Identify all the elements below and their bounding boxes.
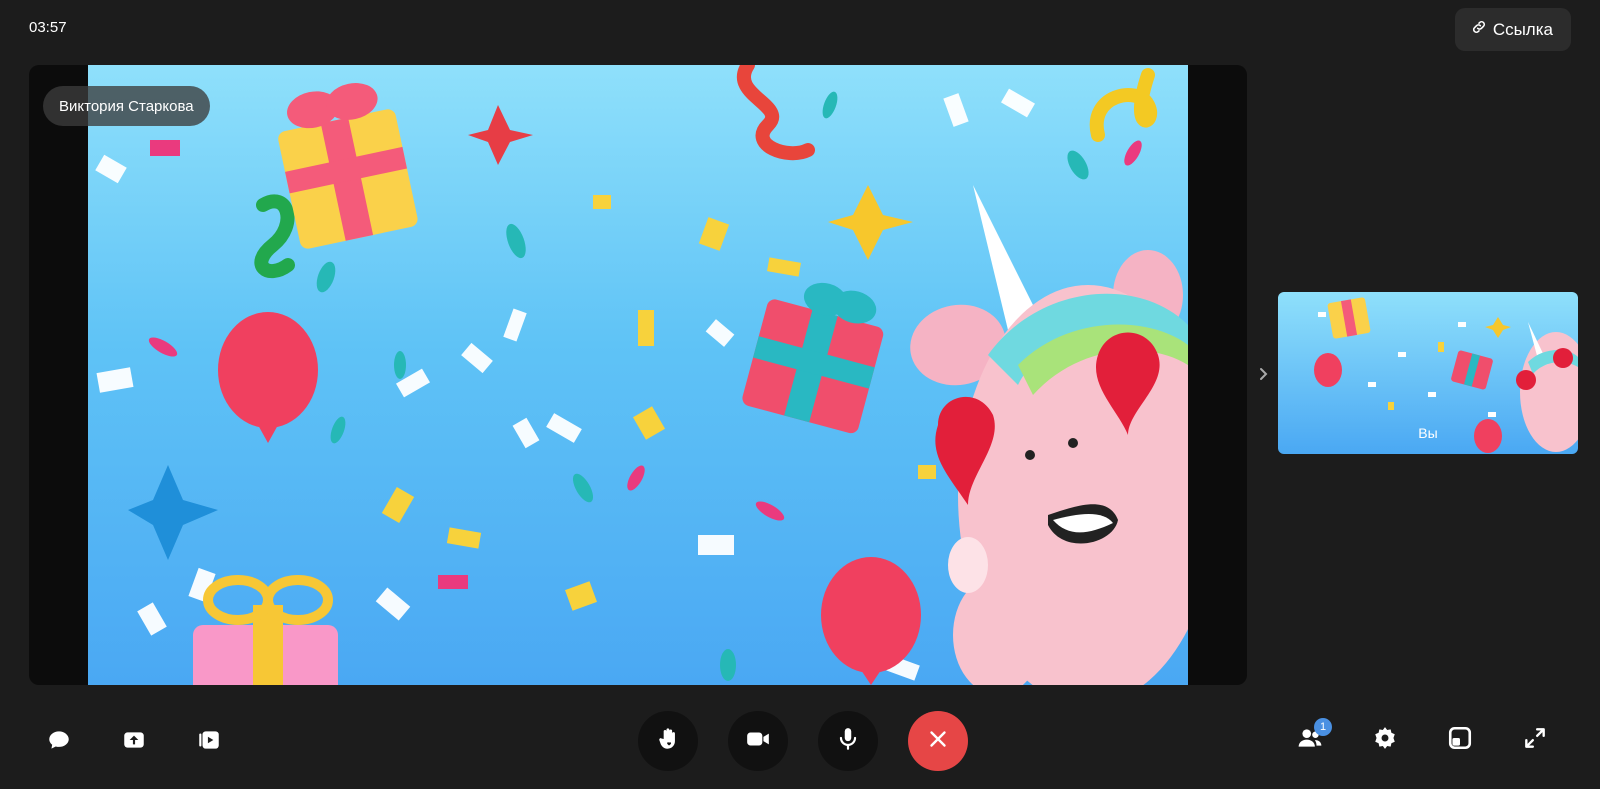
toolbar-right: 1: [1295, 718, 1550, 755]
video-frame-image: [95, 65, 1188, 685]
fullscreen-icon: [1522, 725, 1548, 756]
self-view-thumbnail[interactable]: Вы: [1278, 292, 1578, 454]
layout-button[interactable]: [1445, 725, 1475, 755]
microphone-button[interactable]: [818, 711, 878, 771]
call-timer: 03:57: [29, 19, 67, 36]
copy-link-button[interactable]: Ссылка: [1454, 8, 1571, 51]
participant-name-tag: Виктория Старкова: [43, 86, 210, 126]
raise-hand-icon: [655, 726, 681, 757]
settings-button[interactable]: [1370, 725, 1400, 755]
end-call-icon: [925, 726, 951, 757]
settings-icon: [1372, 725, 1398, 756]
end-call-button[interactable]: [908, 711, 968, 771]
toolbar-left: [44, 725, 224, 755]
participants-button[interactable]: 1: [1295, 718, 1332, 755]
media-playback-icon[interactable]: [194, 725, 224, 755]
main-video-feed: [88, 65, 1188, 685]
fullscreen-button[interactable]: [1520, 725, 1550, 755]
call-controls: [638, 711, 968, 771]
screen-share-icon[interactable]: [119, 725, 149, 755]
participants-count-badge: 1: [1314, 718, 1332, 736]
main-video-stage: Виктория Старкова: [29, 65, 1247, 685]
raise-hand-button[interactable]: [638, 711, 698, 771]
chat-icon[interactable]: [44, 725, 74, 755]
chevron-right-icon[interactable]: [1257, 365, 1271, 383]
self-view-label: Вы: [1418, 425, 1438, 441]
link-icon: [1471, 19, 1487, 40]
copy-link-label: Ссылка: [1492, 19, 1553, 39]
camera-icon: [745, 726, 771, 757]
camera-button[interactable]: [728, 711, 788, 771]
layout-icon: [1447, 725, 1473, 756]
microphone-icon: [835, 726, 861, 757]
